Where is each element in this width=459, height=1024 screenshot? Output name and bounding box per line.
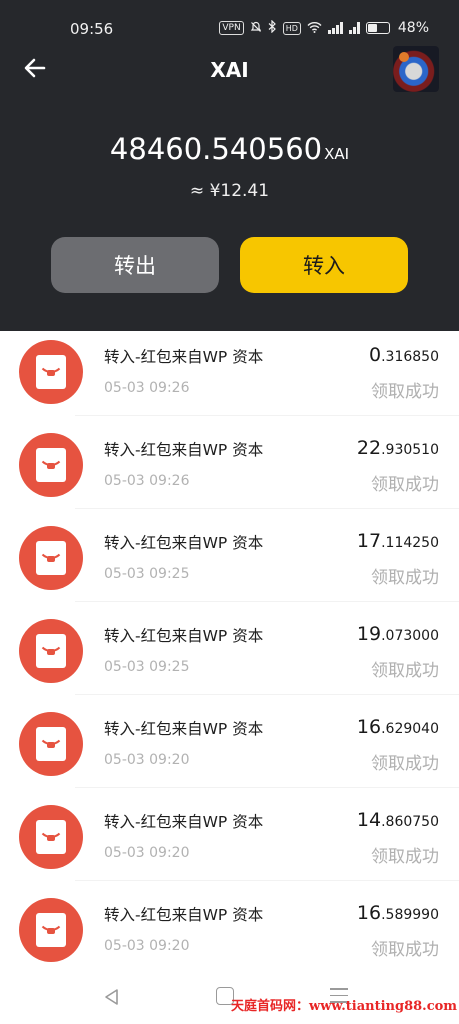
balance-fiat: ≈ ¥12.41 bbox=[189, 181, 270, 201]
transaction-list: 转入-红包来自WP 资本 05-03 09:26 0.316850 领取成功 转… bbox=[0, 331, 459, 982]
item-date: 05-03 09:25 bbox=[104, 659, 190, 675]
item-date: 05-03 09:20 bbox=[104, 752, 190, 768]
item-title: 转入-红包来自WP 资本 bbox=[104, 813, 264, 831]
red-packet-icon bbox=[19, 805, 83, 869]
item-amount: 17.114250 bbox=[356, 530, 439, 552]
red-packet-icon bbox=[19, 526, 83, 590]
transfer-out-button[interactable]: 转出 bbox=[51, 237, 219, 293]
item-amount: 14.860750 bbox=[356, 809, 439, 831]
item-title: 转入-红包来自WP 资本 bbox=[104, 720, 264, 738]
status-icons: VPN HD 48% bbox=[219, 19, 429, 36]
item-title: 转入-红包来自WP 资本 bbox=[104, 627, 264, 645]
item-status: 领取成功 bbox=[371, 382, 439, 402]
item-amount: 16.629040 bbox=[356, 716, 439, 738]
item-title: 转入-红包来自WP 资本 bbox=[104, 348, 264, 366]
balance-unit: XAI bbox=[324, 145, 350, 163]
mute-icon bbox=[250, 21, 262, 36]
nav-back-icon[interactable] bbox=[103, 988, 121, 1006]
item-status: 领取成功 bbox=[371, 568, 439, 588]
balance-amount: 48460.540560 XAI bbox=[0, 132, 459, 166]
divider bbox=[75, 880, 459, 881]
battery-icon bbox=[365, 22, 390, 34]
item-date: 05-03 09:20 bbox=[104, 938, 190, 954]
item-date: 05-03 09:20 bbox=[104, 845, 190, 861]
red-packet-icon bbox=[19, 340, 83, 404]
list-item[interactable]: 转入-红包来自WP 资本 05-03 09:20 14.860750 领取成功 bbox=[0, 796, 459, 889]
item-title: 转入-红包来自WP 资本 bbox=[104, 534, 264, 552]
divider bbox=[75, 601, 459, 602]
header-panel: 09:56 VPN HD 48% XAI 48460.540560 XAI ≈ ¥… bbox=[0, 0, 459, 331]
watermark: 天庭首码网：www.tianting88.com bbox=[231, 999, 458, 1014]
battery-percent: 48% bbox=[397, 20, 429, 36]
item-amount: 16.589990 bbox=[356, 902, 439, 924]
status-time: 09:56 bbox=[70, 20, 114, 38]
item-status: 领取成功 bbox=[371, 661, 439, 681]
item-status: 领取成功 bbox=[371, 754, 439, 774]
item-date: 05-03 09:25 bbox=[104, 566, 190, 582]
token-avatar bbox=[393, 46, 439, 92]
divider bbox=[75, 787, 459, 788]
divider bbox=[75, 508, 459, 509]
transfer-in-button[interactable]: 转入 bbox=[240, 237, 408, 293]
list-item[interactable]: 转入-红包来自WP 资本 05-03 09:20 16.589990 领取成功 bbox=[0, 889, 459, 982]
item-title: 转入-红包来自WP 资本 bbox=[104, 906, 264, 924]
red-packet-icon bbox=[19, 433, 83, 497]
item-status: 领取成功 bbox=[371, 847, 439, 867]
item-amount: 19.073000 bbox=[356, 623, 439, 645]
list-item[interactable]: 转入-红包来自WP 资本 05-03 09:25 17.114250 领取成功 bbox=[0, 517, 459, 610]
list-item[interactable]: 转入-红包来自WP 资本 05-03 09:26 0.316850 领取成功 bbox=[0, 331, 459, 424]
wifi-icon bbox=[307, 21, 322, 36]
list-item[interactable]: 转入-红包来自WP 资本 05-03 09:20 16.629040 领取成功 bbox=[0, 703, 459, 796]
red-packet-icon bbox=[19, 619, 83, 683]
item-date: 05-03 09:26 bbox=[104, 473, 190, 489]
item-title: 转入-红包来自WP 资本 bbox=[104, 441, 264, 459]
signal-icon-2 bbox=[348, 22, 360, 34]
status-bar: 09:56 VPN HD 48% bbox=[0, 0, 459, 40]
hd-icon: HD bbox=[282, 21, 301, 35]
red-packet-icon bbox=[19, 712, 83, 776]
item-status: 领取成功 bbox=[371, 475, 439, 495]
page-title: XAI bbox=[210, 58, 249, 82]
divider bbox=[75, 694, 459, 695]
list-item[interactable]: 转入-红包来自WP 资本 05-03 09:26 22.930510 领取成功 bbox=[0, 424, 459, 517]
item-amount: 22.930510 bbox=[356, 437, 439, 459]
bluetooth-icon bbox=[268, 19, 277, 36]
list-item[interactable]: 转入-红包来自WP 资本 05-03 09:25 19.073000 领取成功 bbox=[0, 610, 459, 703]
signal-icon bbox=[327, 22, 343, 34]
item-date: 05-03 09:26 bbox=[104, 380, 190, 396]
balance-number: 48460.540560 bbox=[109, 132, 323, 166]
item-status: 领取成功 bbox=[371, 940, 439, 960]
vpn-icon: VPN bbox=[219, 21, 244, 35]
item-amount: 0.316850 bbox=[369, 344, 439, 366]
red-packet-icon bbox=[19, 898, 83, 962]
divider bbox=[75, 415, 459, 416]
